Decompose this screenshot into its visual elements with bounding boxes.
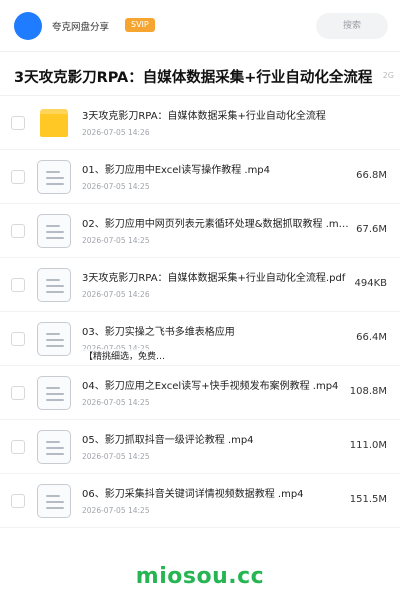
file-icon <box>37 430 71 464</box>
item-date: 2026-07-05 14:25 <box>82 236 150 245</box>
item-size: 66.8M <box>356 170 387 181</box>
item-name: 04、影刀应用之Excel读写+快手视频发布案例教程 .mp4 <box>82 381 339 392</box>
list-item[interactable]: 03、影刀实操之飞书多维表格应用 2026-07-05 14:25 【精挑细选，… <box>0 312 400 366</box>
select-checkbox[interactable] <box>11 494 25 508</box>
folder-size: 2G <box>382 71 394 80</box>
item-size: 111.0M <box>349 440 387 451</box>
item-date: 2026-07-05 14:26 <box>82 290 150 299</box>
file-list: 3天攻克影刀RPA：自媒体数据采集+行业自动化全流程 2026-07-05 14… <box>0 96 400 528</box>
list-item[interactable]: 04、影刀应用之Excel读写+快手视频发布案例教程 .mp4 2026-07-… <box>0 366 400 420</box>
file-icon <box>37 322 71 356</box>
file-icon <box>37 268 71 302</box>
select-checkbox[interactable] <box>11 224 25 238</box>
item-size: 66.4M <box>356 332 387 343</box>
select-checkbox[interactable] <box>11 386 25 400</box>
select-checkbox[interactable] <box>11 440 25 454</box>
item-name: 01、影刀应用中Excel读写操作教程 .mp4 <box>82 165 271 176</box>
app-name: 夸克网盘分享 <box>52 22 110 33</box>
item-size: 108.8M <box>349 386 387 397</box>
top-bar: 夸克网盘分享 SVIP 搜索 <box>0 0 400 52</box>
file-icon <box>37 160 71 194</box>
svip-badge: SVIP <box>125 18 155 32</box>
select-checkbox[interactable] <box>11 170 25 184</box>
overlay-tag: 【精挑细选，免费… <box>82 349 168 362</box>
list-item[interactable]: 06、影刀采集抖音关键词详情视频数据教程 .mp4 2026-07-05 14:… <box>0 474 400 528</box>
list-item[interactable]: 05、影刀抓取抖音一级评论教程 .mp4 2026-07-05 14:25 11… <box>0 420 400 474</box>
footer: miosou.cc <box>0 555 400 600</box>
search-input[interactable]: 搜索 <box>316 13 388 39</box>
select-checkbox[interactable] <box>11 332 25 346</box>
select-checkbox[interactable] <box>11 278 25 292</box>
select-checkbox[interactable] <box>11 116 25 130</box>
item-date: 2026-07-05 14:25 <box>82 398 150 407</box>
folder-title-row: 3天攻克影刀RPA：自媒体数据采集+行业自动化全流程 2G <box>0 52 400 96</box>
page-title: 3天攻克影刀RPA：自媒体数据采集+行业自动化全流程 <box>14 70 373 86</box>
avatar[interactable] <box>14 12 42 40</box>
item-size: 494KB <box>354 278 387 289</box>
item-date: 2026-07-05 14:25 <box>82 452 150 461</box>
file-icon <box>37 376 71 410</box>
item-name: 06、影刀采集抖音关键词详情视频数据教程 .mp4 <box>82 489 304 500</box>
item-name: 3天攻克影刀RPA：自媒体数据采集+行业自动化全流程.pdf <box>82 273 346 284</box>
file-icon <box>37 214 71 248</box>
list-item[interactable]: 3天攻克影刀RPA：自媒体数据采集+行业自动化全流程.pdf 2026-07-0… <box>0 258 400 312</box>
folder-icon <box>37 106 71 140</box>
share-page: 夸克网盘分享 SVIP 搜索 3天攻克影刀RPA：自媒体数据采集+行业自动化全流… <box>0 0 400 600</box>
item-date: 2026-07-05 14:26 <box>82 128 150 137</box>
item-name: 3天攻克影刀RPA：自媒体数据采集+行业自动化全流程 <box>82 111 326 122</box>
list-item[interactable]: 01、影刀应用中Excel读写操作教程 .mp4 2026-07-05 14:2… <box>0 150 400 204</box>
item-name: 03、影刀实操之飞书多维表格应用 <box>82 327 235 338</box>
site-watermark: miosou.cc <box>135 564 265 589</box>
item-name: 05、影刀抓取抖音一级评论教程 .mp4 <box>82 435 254 446</box>
file-icon <box>37 484 71 518</box>
item-size: 151.5M <box>349 494 387 505</box>
list-item[interactable]: 3天攻克影刀RPA：自媒体数据采集+行业自动化全流程 2026-07-05 14… <box>0 96 400 150</box>
item-name: 02、影刀应用中网页列表元素循环处理&数据抓取教程 .mp4 <box>82 219 350 230</box>
list-item[interactable]: 02、影刀应用中网页列表元素循环处理&数据抓取教程 .mp4 2026-07-0… <box>0 204 400 258</box>
item-date: 2026-07-05 14:25 <box>82 182 150 191</box>
item-size: 67.6M <box>356 224 387 235</box>
item-date: 2026-07-05 14:25 <box>82 506 150 515</box>
